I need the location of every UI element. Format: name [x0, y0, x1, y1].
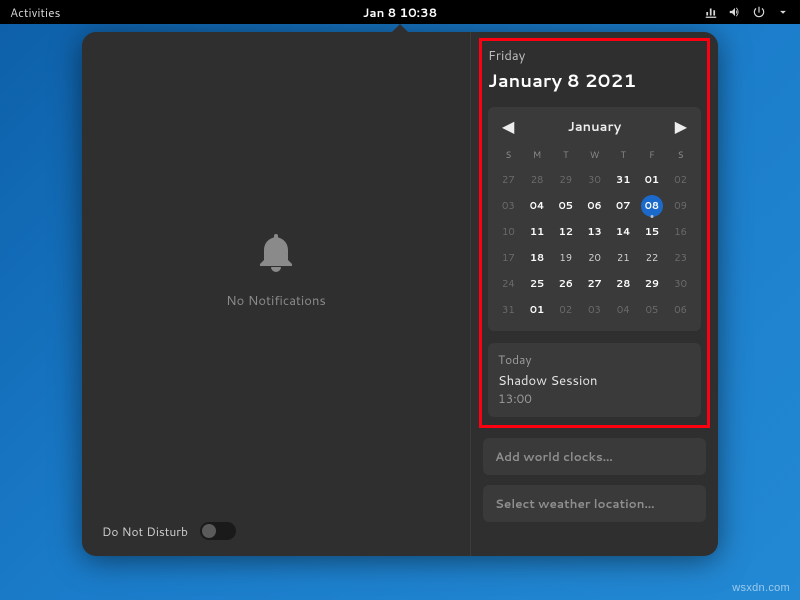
network-icon[interactable]	[704, 5, 718, 19]
calendar-day[interactable]: 06	[580, 193, 609, 219]
calendar-day[interactable]: 22	[638, 245, 667, 271]
calendar-day[interactable]: 03	[494, 193, 523, 219]
calendar-day[interactable]: 18	[523, 245, 552, 271]
prev-month-button[interactable]: ◀	[498, 115, 518, 138]
activities-button[interactable]: Activities	[10, 4, 61, 21]
do-not-disturb-label: Do Not Disturb	[102, 523, 188, 540]
full-date-label: January 8 2021	[488, 67, 701, 93]
calendar-day[interactable]: 31	[494, 297, 523, 323]
select-weather-location-button[interactable]: Select weather location…	[483, 485, 706, 522]
calendar-day[interactable]: 27	[580, 271, 609, 297]
calendar-day[interactable]: 27	[494, 167, 523, 193]
weekday-header: F	[638, 144, 667, 167]
calendar-day[interactable]: 26	[551, 271, 580, 297]
calendar-day[interactable]: 29	[638, 271, 667, 297]
calendar-day[interactable]: 29	[551, 167, 580, 193]
calendar-day[interactable]: 09	[666, 193, 695, 219]
calendar-day[interactable]: 01	[638, 167, 667, 193]
event-item[interactable]: Shadow Session 13:00	[498, 372, 691, 407]
annotation-highlight: Friday January 8 2021 ◀ January ▶ SMTWTF…	[479, 38, 710, 428]
calendar-day[interactable]: 02	[551, 297, 580, 323]
weekday-header: S	[494, 144, 523, 167]
calendar-day[interactable]: 14	[609, 219, 638, 245]
weekday-header: T	[551, 144, 580, 167]
calendar-day[interactable]: 11	[523, 219, 552, 245]
watermark-label: wsxdn.com	[732, 582, 790, 594]
calendar-popover: No Notifications Do Not Disturb Friday J…	[82, 32, 718, 556]
add-world-clocks-button[interactable]: Add world clocks…	[483, 438, 706, 475]
events-header: Today	[498, 351, 691, 368]
calendar-day[interactable]: 08	[638, 193, 667, 219]
top-bar: Activities Jan 8 10:38	[0, 0, 800, 24]
calendar-day[interactable]: 04	[523, 193, 552, 219]
calendar-day[interactable]: 23	[666, 245, 695, 271]
volume-icon[interactable]	[728, 5, 742, 19]
next-month-button[interactable]: ▶	[671, 115, 691, 138]
calendar-day[interactable]: 12	[551, 219, 580, 245]
weekday-header: W	[580, 144, 609, 167]
month-label: January	[568, 118, 621, 136]
calendar-day[interactable]: 21	[609, 245, 638, 271]
calendar-day[interactable]: 28	[523, 167, 552, 193]
calendar-day[interactable]: 05	[551, 193, 580, 219]
calendar-day[interactable]: 24	[494, 271, 523, 297]
calendar-widget: ◀ January ▶ SMTWTFS272829303101020304050…	[488, 107, 701, 331]
weekday-header: M	[523, 144, 552, 167]
calendar-day[interactable]: 19	[551, 245, 580, 271]
calendar-day[interactable]: 13	[580, 219, 609, 245]
calendar-day[interactable]: 10	[494, 219, 523, 245]
calendar-day[interactable]: 06	[666, 297, 695, 323]
calendar-day[interactable]: 17	[494, 245, 523, 271]
calendar-day[interactable]: 30	[580, 167, 609, 193]
do-not-disturb-toggle[interactable]	[200, 522, 236, 540]
weekday-header: S	[666, 144, 695, 167]
bell-icon	[252, 228, 300, 282]
calendar-day[interactable]: 20	[580, 245, 609, 271]
power-icon[interactable]	[752, 5, 766, 19]
event-title: Shadow Session	[498, 372, 691, 390]
calendar-day[interactable]: 25	[523, 271, 552, 297]
weekday-label: Friday	[488, 47, 701, 65]
events-box: Today Shadow Session 13:00	[488, 343, 701, 417]
calendar-day[interactable]: 30	[666, 271, 695, 297]
clock-button[interactable]: Jan 8 10:38	[363, 4, 437, 21]
calendar-day[interactable]: 04	[609, 297, 638, 323]
calendar-day[interactable]: 02	[666, 167, 695, 193]
notifications-pane: No Notifications Do Not Disturb	[82, 32, 470, 556]
calendar-day[interactable]: 15	[638, 219, 667, 245]
calendar-day[interactable]: 28	[609, 271, 638, 297]
calendar-grid: SMTWTFS272829303101020304050607080910111…	[494, 144, 695, 323]
calendar-day[interactable]: 07	[609, 193, 638, 219]
calendar-day[interactable]: 01	[523, 297, 552, 323]
chevron-down-icon[interactable]	[776, 5, 790, 19]
popover-arrow	[392, 24, 408, 32]
calendar-day[interactable]: 03	[580, 297, 609, 323]
calendar-pane: Friday January 8 2021 ◀ January ▶ SMTWTF…	[470, 32, 718, 556]
calendar-day[interactable]: 16	[666, 219, 695, 245]
calendar-day[interactable]: 05	[638, 297, 667, 323]
calendar-day[interactable]: 31	[609, 167, 638, 193]
event-time: 13:00	[498, 390, 691, 407]
no-notifications-label: No Notifications	[226, 292, 326, 310]
weekday-header: T	[609, 144, 638, 167]
